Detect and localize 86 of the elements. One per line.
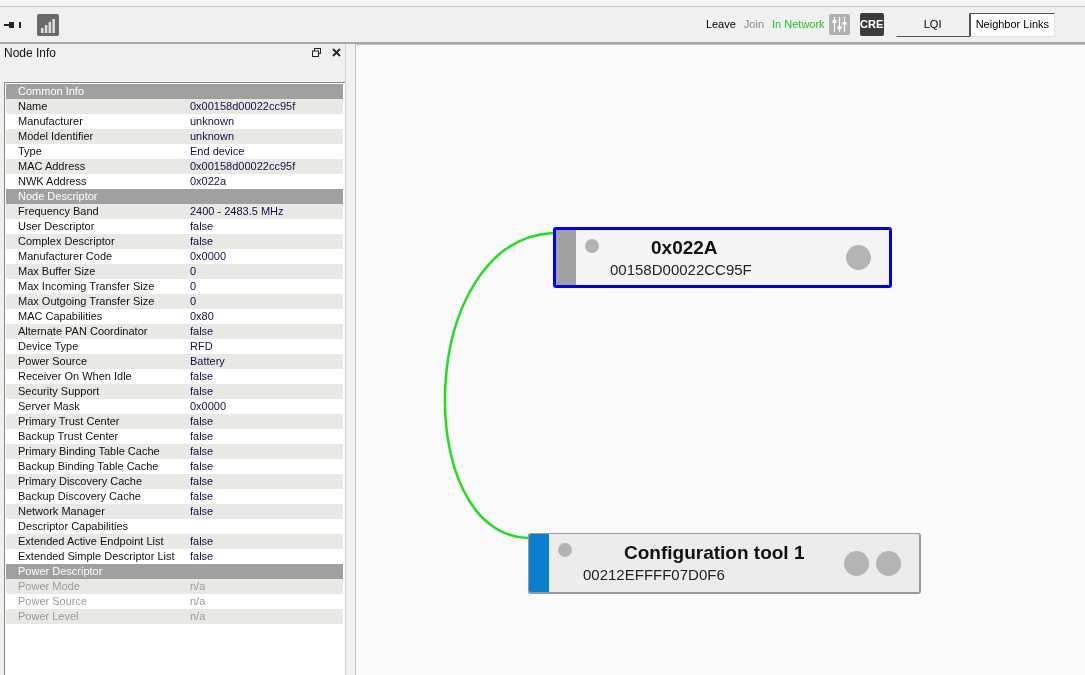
node-address: 00158D00022CC95F xyxy=(610,260,753,279)
network-status: In Network xyxy=(772,17,825,33)
property-value: 0 xyxy=(190,294,197,309)
node-title: Configuration tool 1 xyxy=(624,542,805,564)
property-value: false xyxy=(190,414,214,429)
property-label: Backup Binding Table Cache xyxy=(17,459,160,474)
property-value: false xyxy=(190,429,214,444)
property-value: false xyxy=(190,459,214,474)
property-value: false xyxy=(190,504,214,519)
property-value: Battery xyxy=(190,354,225,369)
property-value: false xyxy=(190,534,214,549)
close-icon[interactable] xyxy=(332,48,341,57)
property-value: false xyxy=(190,474,214,489)
property-label: Backup Trust Center xyxy=(17,429,120,444)
property-value: 0x022a xyxy=(190,174,227,189)
property-value: 0x80 xyxy=(190,309,214,324)
property-value: 0x00158d00022cc95f xyxy=(190,99,296,114)
property-label: Name xyxy=(17,99,49,114)
property-label: Extended Active Endpoint List xyxy=(17,534,165,549)
property-label: Max Outgoing Transfer Size xyxy=(17,294,156,309)
plug-icon[interactable] xyxy=(4,20,22,29)
section-header: Power Descriptor xyxy=(6,564,343,579)
property-label: Device Type xyxy=(17,339,80,354)
property-label: Server Mask xyxy=(17,399,81,414)
property-label: Power Mode xyxy=(17,579,81,594)
property-value: false xyxy=(190,234,214,249)
cre-button[interactable]: CRE xyxy=(859,13,884,36)
node-address: 00212EFFFF07D0F6 xyxy=(583,566,726,584)
property-value: 2400 - 2483.5 MHz xyxy=(190,204,284,219)
property-label: Type xyxy=(17,144,43,159)
property-label: Descriptor Capabilities xyxy=(17,519,130,534)
property-label: Power Source xyxy=(17,354,89,369)
network-action[interactable]: Leave xyxy=(705,16,736,33)
property-value: unknown xyxy=(190,129,235,144)
property-label: Frequency Band xyxy=(17,204,100,219)
property-label: MAC Address xyxy=(17,159,87,174)
property-value: false xyxy=(190,489,214,504)
property-value: false xyxy=(190,444,214,459)
property-label: User Descriptor xyxy=(17,219,96,234)
view-tab[interactable]: Neighbor Links xyxy=(969,12,1055,37)
property-value: false xyxy=(190,219,214,234)
property-label: Model Identifier xyxy=(17,129,95,144)
section-header: Common Info xyxy=(6,84,343,99)
sliders-button[interactable] xyxy=(828,14,850,35)
property-value: n/a xyxy=(190,609,206,624)
property-label: Max Buffer Size xyxy=(17,264,97,279)
property-label: Extended Simple Descriptor List xyxy=(17,549,176,564)
node-card[interactable]: 0x022A 00158D00022CC95F xyxy=(553,227,892,288)
property-label: Power Source xyxy=(17,594,89,609)
panel-title: Node Info xyxy=(4,44,57,62)
property-label: Power Level xyxy=(17,609,80,624)
property-label: Security Support xyxy=(17,384,101,399)
property-label: Complex Descriptor xyxy=(17,234,116,249)
property-value: false xyxy=(190,369,214,384)
property-label: Manufacturer xyxy=(17,114,84,129)
property-label: Primary Discovery Cache xyxy=(17,474,144,489)
restore-icon[interactable] xyxy=(312,48,321,57)
property-value: false xyxy=(190,324,214,339)
property-value: 0 xyxy=(190,279,197,294)
section-header: Node Descriptor xyxy=(6,189,343,204)
property-label: Primary Binding Table Cache xyxy=(17,444,161,459)
property-value: n/a xyxy=(190,594,206,609)
property-label: Alternate PAN Coordinator xyxy=(17,324,149,339)
node-title: 0x022A xyxy=(651,236,718,259)
signal-button[interactable] xyxy=(37,13,59,36)
property-label: Backup Discovery Cache xyxy=(17,489,142,504)
property-label: Max Incoming Transfer Size xyxy=(17,279,156,294)
property-label: Manufacturer Code xyxy=(17,249,114,264)
property-value: 0 xyxy=(190,264,197,279)
property-label: NWK Address xyxy=(17,174,88,189)
property-value: End device xyxy=(190,144,245,159)
property-label: Receiver On When Idle xyxy=(17,369,133,384)
property-value: RFD xyxy=(190,339,213,354)
property-label: Network Manager xyxy=(17,504,106,519)
signal-bars-icon xyxy=(41,18,55,33)
property-value: 0x0000 xyxy=(190,249,227,264)
property-label: Primary Trust Center xyxy=(17,414,121,429)
view-tab[interactable]: LQI xyxy=(895,12,970,37)
sliders-icon xyxy=(831,17,847,32)
property-value: unknown xyxy=(190,114,235,129)
property-value: false xyxy=(190,549,214,564)
property-value: 0x00158d00022cc95f xyxy=(190,159,296,174)
property-value: false xyxy=(190,384,214,399)
property-value: n/a xyxy=(190,579,206,594)
property-label: MAC Capabilities xyxy=(17,309,104,324)
property-value: 0x0000 xyxy=(190,399,227,414)
